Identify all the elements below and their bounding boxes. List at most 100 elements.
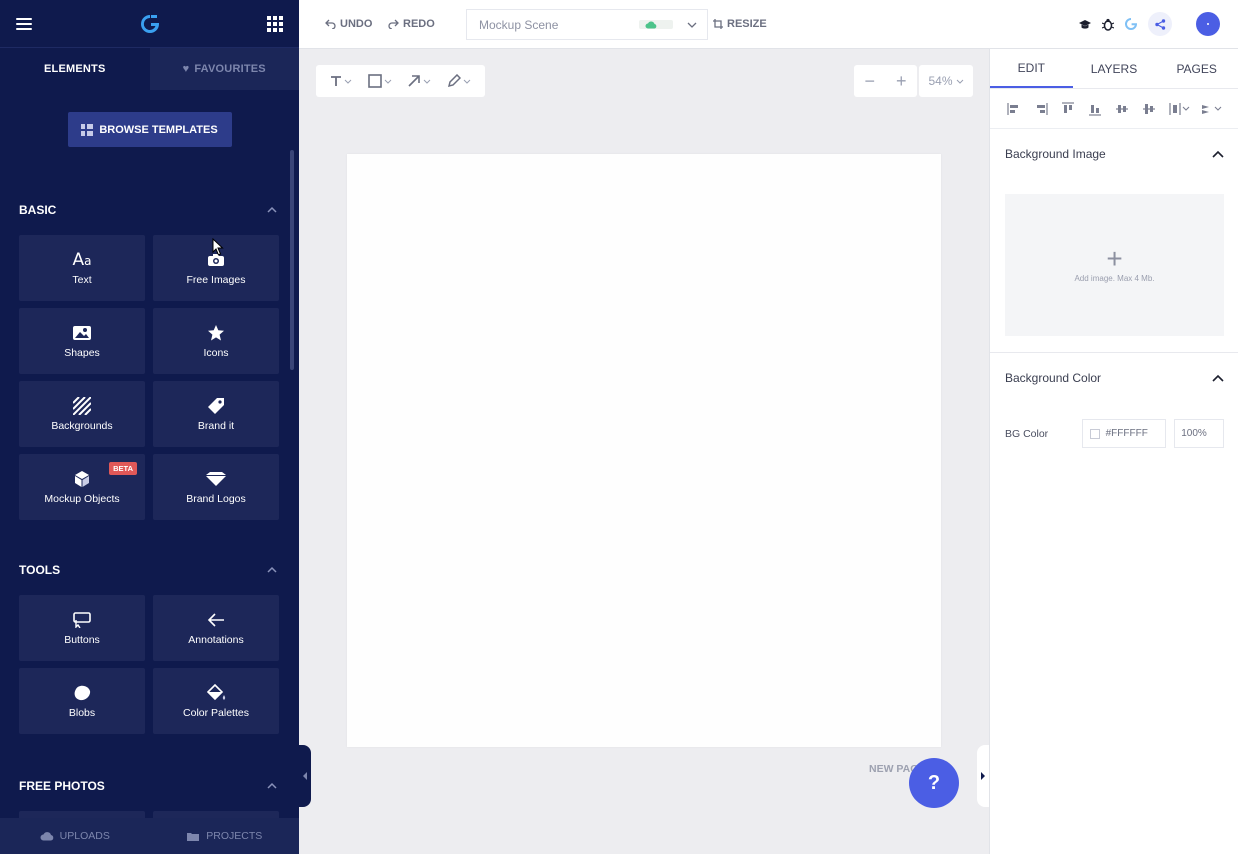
tile-blobs[interactable]: Blobs: [19, 668, 145, 734]
collapse-sidebar-toggle[interactable]: [299, 745, 311, 807]
shape-tool[interactable]: [367, 74, 392, 88]
tile-backgrounds[interactable]: Backgrounds: [19, 381, 145, 447]
tab-pages[interactable]: PAGES: [1155, 49, 1238, 88]
text-tool[interactable]: [330, 75, 352, 87]
templates-icon: [81, 123, 94, 136]
align-bottom-icon[interactable]: [1087, 101, 1103, 117]
button-cursor-icon: [73, 612, 91, 628]
plus-icon: +: [1106, 242, 1123, 274]
beta-badge: BETA: [109, 462, 137, 475]
arrow-tool[interactable]: [407, 74, 431, 88]
chevron-up-icon[interactable]: [265, 563, 279, 577]
help-button[interactable]: ?: [909, 758, 959, 808]
apps-grid-icon[interactable]: [267, 15, 283, 32]
sidebar-bottom-bar: UPLOADS PROJECTS: [0, 818, 299, 854]
section-tools-header[interactable]: TOOLS: [0, 556, 299, 584]
bg-opacity-input[interactable]: 100%: [1174, 419, 1224, 448]
bg-color-section-header[interactable]: Background Color: [990, 353, 1238, 403]
scene-name-field[interactable]: Mockup Scene: [466, 9, 708, 40]
section-basic-title: BASIC: [19, 203, 57, 217]
tile-mockup-objects[interactable]: BETA Mockup Objects: [19, 454, 145, 520]
arrange-icon[interactable]: [1201, 101, 1223, 117]
square-icon: [367, 74, 382, 88]
tile-brand-logos[interactable]: Brand Logos: [153, 454, 279, 520]
zoom-level-select[interactable]: 54%: [919, 65, 973, 97]
bug-icon[interactable]: [1102, 18, 1114, 31]
tile-label: Shapes: [64, 347, 100, 359]
share-button[interactable]: [1148, 12, 1172, 36]
projects-button[interactable]: PROJECTS: [150, 818, 300, 854]
tile-brand-it[interactable]: Brand it: [153, 381, 279, 447]
tile-label: Annotations: [188, 634, 244, 646]
uploads-button[interactable]: UPLOADS: [0, 818, 150, 854]
pencil-icon: [448, 74, 462, 88]
chevron-down-icon: [424, 79, 431, 84]
section-free-photos-header[interactable]: FREE PHOTOS: [0, 772, 299, 800]
drawing-toolbar: [316, 65, 485, 97]
bg-image-title: Background Image: [1005, 147, 1106, 161]
chevron-up-icon[interactable]: [1212, 150, 1224, 158]
align-middle-icon[interactable]: [1141, 101, 1157, 117]
avatar[interactable]: [1196, 12, 1220, 36]
bg-color-row: BG Color #FFFFFF 100%: [990, 419, 1238, 448]
zoom-out-button[interactable]: −: [864, 71, 875, 92]
color-swatch[interactable]: [1089, 428, 1100, 439]
zoom-level: 54%: [928, 74, 953, 88]
tab-favourites-label: FAVOURITES: [194, 63, 266, 75]
browse-templates-button[interactable]: BROWSE TEMPLATES: [67, 112, 232, 147]
tile-label: Blobs: [68, 707, 96, 719]
chevron-up-icon[interactable]: [1212, 374, 1224, 382]
align-top-icon[interactable]: [1060, 101, 1076, 117]
bg-opacity-value: 100%: [1181, 428, 1207, 439]
zoom-in-button[interactable]: +: [896, 71, 907, 92]
align-left-icon[interactable]: [1006, 101, 1022, 117]
tab-edit[interactable]: EDIT: [990, 49, 1073, 88]
design-canvas[interactable]: [347, 154, 941, 747]
tile-shapes[interactable]: Shapes: [19, 308, 145, 374]
tile-icons[interactable]: Icons: [153, 308, 279, 374]
add-image-dropzone[interactable]: + Add image. Max 4 Mb.: [1005, 194, 1224, 336]
tab-elements[interactable]: ELEMENTS: [0, 48, 150, 90]
heart-icon: ♥: [182, 63, 190, 75]
align-right-icon[interactable]: [1033, 101, 1049, 117]
brand-g-icon[interactable]: [1124, 17, 1138, 31]
cloud-upload-icon: [40, 832, 53, 841]
crop-icon: [713, 19, 723, 29]
menu-icon[interactable]: [16, 17, 32, 30]
chevron-down-icon[interactable]: [687, 22, 697, 28]
top-bar: UNDO REDO Mockup Scene RESIZE: [299, 0, 1238, 49]
tile-color-palettes[interactable]: Color Palettes: [153, 668, 279, 734]
distribute-icon[interactable]: [1168, 101, 1190, 117]
pen-tool[interactable]: [447, 74, 471, 88]
uploads-label: UPLOADS: [59, 830, 110, 842]
mouse-cursor-icon: [212, 238, 224, 256]
bg-image-section-header[interactable]: Background Image: [990, 129, 1238, 179]
graduation-cap-icon[interactable]: [1078, 19, 1092, 30]
tile-label: Text: [72, 274, 92, 286]
blob-icon: [74, 685, 91, 701]
tile-text[interactable]: Aa Text: [19, 235, 145, 301]
tile-annotations[interactable]: Annotations: [153, 595, 279, 661]
bg-color-title: Background Color: [1005, 371, 1102, 385]
collapse-right-panel-toggle[interactable]: [977, 745, 989, 807]
redo-button[interactable]: REDO: [388, 18, 435, 30]
resize-button[interactable]: RESIZE: [713, 18, 767, 30]
chevron-up-icon[interactable]: [265, 203, 279, 217]
chevron-up-icon[interactable]: [265, 779, 279, 793]
tab-edit-label: EDIT: [1017, 60, 1045, 75]
tab-favourites[interactable]: ♥ FAVOURITES: [149, 48, 299, 90]
tile-label: Icons: [203, 347, 229, 359]
caret-right-icon: [981, 772, 985, 780]
text-icon: Aa: [72, 250, 92, 270]
dropzone-text: Add image. Max 4 Mb.: [1074, 273, 1155, 283]
bg-color-input[interactable]: #FFFFFF: [1081, 419, 1167, 448]
tile-label: Free Images: [186, 274, 246, 286]
align-center-horizontal-icon[interactable]: [1114, 101, 1130, 117]
app-logo[interactable]: [139, 13, 161, 35]
section-basic-header[interactable]: BASIC: [0, 196, 299, 224]
sidebar-scrollbar[interactable]: [290, 150, 294, 370]
undo-button[interactable]: UNDO: [325, 18, 372, 30]
tile-buttons[interactable]: Buttons: [19, 595, 145, 661]
tab-layers[interactable]: LAYERS: [1073, 49, 1156, 88]
zoom-controls: − + 54%: [854, 65, 973, 97]
